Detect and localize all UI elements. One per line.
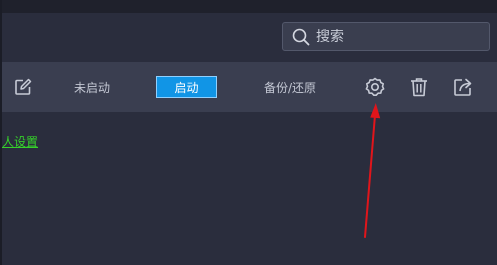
settings-link[interactable]: 人设置 — [2, 133, 38, 150]
search-icon — [292, 28, 310, 45]
edit-icon[interactable] — [12, 76, 34, 98]
share-icon[interactable] — [452, 76, 474, 98]
app-window: 未启动 启动 备份/还原 人设置 — [0, 0, 497, 265]
trash-icon[interactable] — [408, 76, 430, 98]
disabled-filter-button[interactable]: 未启动 — [74, 79, 110, 96]
search-input[interactable] — [316, 28, 476, 45]
gear-icon[interactable] — [364, 76, 386, 98]
backup-restore-button[interactable]: 备份/还原 — [264, 79, 316, 96]
search-box[interactable] — [282, 22, 490, 51]
enable-button[interactable]: 启动 — [156, 76, 217, 98]
toolbar: 未启动 启动 备份/还原 — [2, 62, 497, 112]
title-bar — [2, 0, 497, 13]
